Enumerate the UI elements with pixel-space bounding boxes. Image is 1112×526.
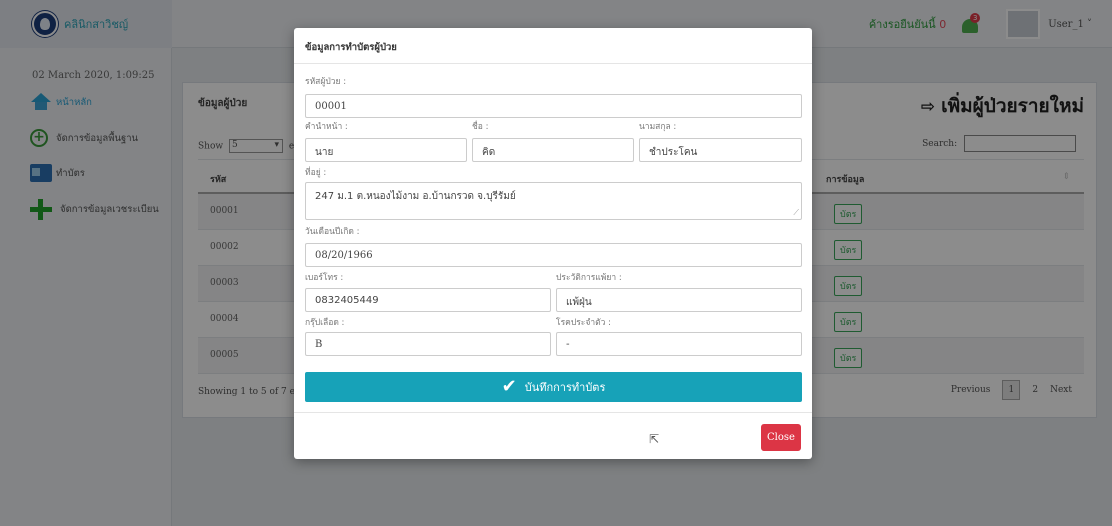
birth-date-label: วันเดือนปีเกิด :	[305, 227, 360, 237]
save-card-label: บันทึกการทำบัตร	[524, 381, 606, 394]
blood-group-label: กรุ๊ปเลือด :	[305, 318, 345, 328]
disease-input[interactable]: -	[556, 332, 802, 356]
blood-group-input[interactable]: B	[305, 332, 551, 356]
prefix-input[interactable]: นาย	[305, 138, 467, 162]
address-textarea[interactable]: 247 ม.1 ต.หนองไม้งาม อ.บ้านกรวด จ.บุรีรั…	[305, 182, 802, 220]
allergy-label: ประวัติการแพ้ยา :	[556, 273, 622, 283]
resize-handle-icon[interactable]: ⟋	[793, 208, 799, 218]
modal-title: ข้อมูลการทำบัตรผู้ป่วย	[305, 42, 397, 53]
phone-label: เบอร์โทร :	[305, 273, 344, 283]
allergy-input[interactable]: แพ้ฝุ่น	[556, 288, 802, 312]
last-name-input[interactable]: ชำประโคน	[639, 138, 802, 162]
first-name-input[interactable]: คิด	[472, 138, 634, 162]
birth-date-input[interactable]: 08/20/1966	[305, 243, 802, 267]
modal-header: ข้อมูลการทำบัตรผู้ป่วย	[294, 28, 812, 64]
save-card-button[interactable]: ✔ บันทึกการทำบัตร	[305, 372, 802, 402]
address-label: ที่อยู่ :	[305, 168, 327, 178]
phone-input[interactable]: 0832405449	[305, 288, 551, 312]
mouse-cursor-icon: ⇱	[649, 432, 660, 446]
check-icon: ✔	[501, 376, 517, 397]
patient-id-label: รหัสผู้ป่วย :	[305, 77, 347, 87]
close-button[interactable]: Close	[761, 424, 801, 451]
disease-label: โรคประจำตัว :	[556, 318, 611, 328]
last-name-label: นามสกุล :	[639, 122, 677, 132]
prefix-label: คำนำหน้า :	[305, 122, 348, 132]
patient-id-input[interactable]: 00001	[305, 94, 802, 118]
modal-footer-divider	[294, 412, 812, 413]
address-value: 247 ม.1 ต.หนองไม้งาม อ.บ้านกรวด จ.บุรีรั…	[315, 191, 516, 202]
patient-card-modal: ข้อมูลการทำบัตรผู้ป่วย รหัสผู้ป่วย : 000…	[294, 28, 812, 459]
first-name-label: ชื่อ :	[472, 122, 489, 132]
